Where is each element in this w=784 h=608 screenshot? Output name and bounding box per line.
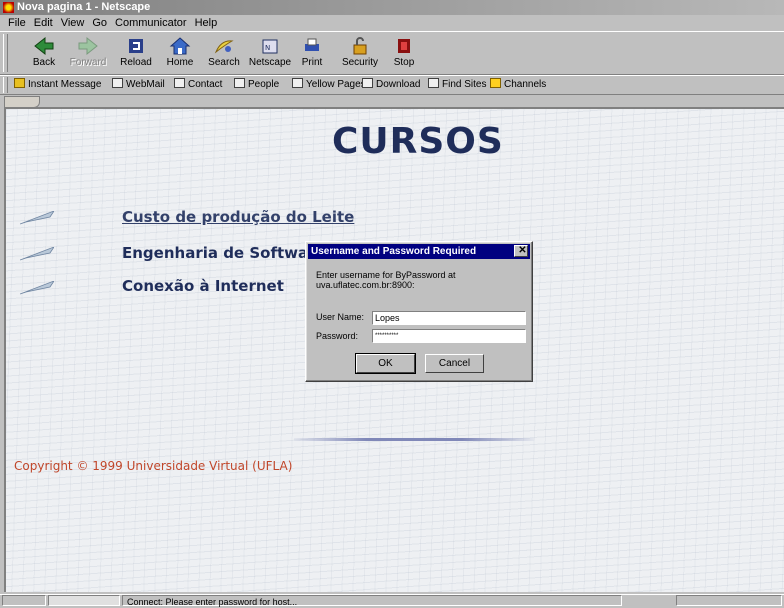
link-label: Find Sites [442, 79, 487, 90]
menu-file[interactable]: File [4, 15, 30, 31]
username-input[interactable]: Lopes [372, 311, 526, 325]
print-label: Print [301, 57, 323, 68]
netscape-button[interactable]: N Netscape [246, 34, 294, 72]
home-icon [169, 37, 191, 55]
back-arrow-icon [34, 36, 54, 56]
link-label: WebMail [126, 79, 165, 90]
instant-message-icon [14, 78, 25, 88]
menu-bar: File Edit View Go Communicator Help [0, 15, 784, 31]
bookmark-icon [174, 78, 185, 88]
security-lock-icon [353, 37, 367, 55]
print-button[interactable]: Print [288, 34, 336, 72]
stop-button[interactable]: Stop [380, 34, 428, 72]
link-yellow-pages[interactable]: Yellow Pages [292, 76, 366, 94]
password-label: Password: [316, 331, 359, 341]
forward-label: Forward [69, 57, 107, 68]
menu-edit[interactable]: Edit [30, 15, 57, 31]
netscape-app-icon [3, 2, 14, 13]
close-icon: ✕ [518, 245, 527, 256]
link-label: Download [376, 79, 421, 90]
dialog-close-button[interactable]: ✕ [514, 245, 528, 257]
bookmark-icon [428, 78, 439, 88]
netscape-icon: N [262, 39, 278, 54]
navigation-toolbar: Back Forward Reload Home Search N Netsca… [0, 31, 784, 75]
dialog-titlebar[interactable]: Username and Password Required ✕ [308, 244, 530, 259]
reload-icon [129, 39, 143, 53]
security-button[interactable]: Security [336, 34, 384, 72]
personal-toolbar: Instant Message WebMail Contact People Y… [0, 75, 784, 95]
menu-view[interactable]: View [57, 15, 89, 31]
security-label: Security [341, 57, 379, 68]
window-titlebar[interactable]: Nova pagina 1 - Netscape [0, 0, 784, 15]
netscape-label: Netscape [248, 57, 292, 68]
search-button[interactable]: Search [200, 34, 248, 72]
dialog-message: Enter username for ByPassword at uva.ufl… [316, 270, 456, 290]
link-label: Channels [504, 79, 547, 90]
password-dialog: Username and Password Required ✕ Enter u… [305, 241, 533, 382]
course-engenharia-software[interactable]: Engenharia de Softwar [122, 244, 316, 262]
stop-icon [398, 39, 410, 53]
pen-bullet-icon [20, 211, 54, 225]
link-label: Instant Message [28, 79, 102, 90]
toolbar-grip[interactable] [3, 34, 8, 72]
pen-bullet-icon [20, 281, 54, 295]
back-button[interactable]: Back [20, 34, 68, 72]
channels-icon [490, 78, 501, 88]
copyright-text: Copyright © 1999 Universidade Virtual (U… [14, 459, 293, 473]
link-channels[interactable]: Channels [490, 76, 546, 94]
link-webmail[interactable]: WebMail [112, 76, 165, 94]
menu-help[interactable]: Help [191, 15, 222, 31]
course-conexao-internet[interactable]: Conexão à Internet [122, 277, 284, 295]
status-bar: Connect: Please enter password for host.… [0, 594, 784, 607]
username-label: User Name: [316, 312, 365, 322]
link-contact[interactable]: Contact [174, 76, 222, 94]
cancel-button[interactable]: Cancel [425, 354, 484, 373]
search-label: Search [208, 57, 240, 68]
link-download[interactable]: Download [362, 76, 420, 94]
bookmark-icon [362, 78, 373, 88]
menu-communicator[interactable]: Communicator [111, 15, 191, 31]
links-grip[interactable] [3, 77, 8, 93]
progress-bar [48, 595, 120, 606]
dialog-title: Username and Password Required [311, 246, 477, 257]
component-bar[interactable] [676, 595, 782, 606]
pen-bullet-icon [20, 247, 54, 261]
svg-text:N: N [265, 44, 270, 52]
link-label: Contact [188, 79, 223, 90]
status-text: Connect: Please enter password for host.… [122, 595, 622, 607]
page-title: CURSOS [332, 121, 504, 162]
link-people[interactable]: People [234, 76, 279, 94]
print-icon [305, 38, 319, 51]
home-button[interactable]: Home [156, 34, 204, 72]
password-input[interactable]: ********** [372, 329, 526, 343]
forward-button[interactable]: Forward [64, 34, 112, 72]
link-label: Yellow Pages [306, 79, 366, 90]
link-instant-message[interactable]: Instant Message [14, 76, 101, 94]
link-label: People [248, 79, 280, 90]
search-icon [214, 40, 234, 54]
horizontal-divider [294, 438, 534, 441]
ok-button[interactable]: OK [355, 353, 416, 374]
bookmark-icon [112, 78, 123, 88]
forward-arrow-icon [78, 36, 98, 56]
reload-label: Reload [120, 57, 152, 68]
window-title: Nova pagina 1 - Netscape [17, 1, 151, 13]
link-find-sites[interactable]: Find Sites [428, 76, 486, 94]
home-label: Home [166, 57, 194, 68]
reload-button[interactable]: Reload [112, 34, 160, 72]
course-link-custo-leite[interactable]: Custo de produção do Leite [122, 208, 354, 226]
connection-status-icon[interactable] [2, 595, 46, 606]
bookmark-icon [234, 78, 245, 88]
menu-go[interactable]: Go [88, 15, 111, 31]
back-label: Back [32, 57, 56, 68]
stop-label: Stop [393, 57, 415, 68]
bookmark-icon [292, 78, 303, 88]
